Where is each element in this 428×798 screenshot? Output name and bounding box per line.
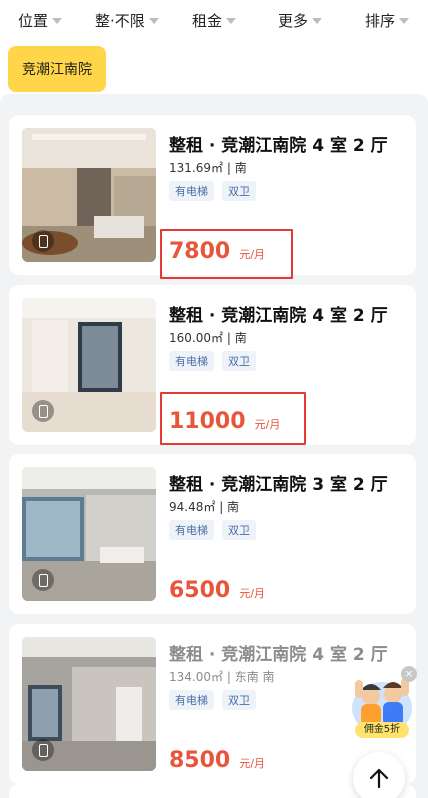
listing-photo[interactable] — [22, 128, 156, 262]
filter-price[interactable]: 租金 — [192, 9, 237, 31]
tag-elevator: 有电梯 — [169, 181, 214, 201]
listing-orientation: 南 — [234, 331, 247, 345]
listing-photo[interactable] — [22, 637, 156, 771]
community-tag-chip[interactable]: 竞潮江南院 — [8, 46, 106, 92]
filter-location[interactable]: 位置 — [18, 9, 63, 31]
listing-title[interactable]: 整租 · 竞潮江南院 4 室 2 厅 — [169, 131, 388, 156]
vr-icon — [32, 230, 54, 252]
triangle-down-icon — [52, 18, 63, 24]
listing-meta: 131.69㎡ | 南 — [169, 159, 247, 176]
filter-price-label: 租金 — [192, 11, 223, 30]
triangle-down-icon — [399, 18, 410, 24]
listing-meta: 134.00㎡ | 东南 南 — [169, 668, 275, 685]
tag-two-bathrooms: 双卫 — [222, 520, 256, 540]
listing-orientation: 南 — [227, 500, 240, 514]
listing-area: 94.48㎡ — [169, 500, 216, 514]
price-value: 6500 — [169, 578, 231, 603]
back-to-top-button[interactable] — [353, 752, 405, 798]
listing-tags: 有电梯 双卫 — [169, 690, 256, 710]
vr-icon — [32, 569, 54, 591]
tag-elevator: 有电梯 — [169, 520, 214, 540]
filter-rent-type[interactable]: 整·不限 — [95, 9, 159, 31]
listing-orientation: 东南 南 — [234, 670, 275, 684]
listing-title[interactable]: 整租 · 竞潮江南院 3 室 2 厅 — [169, 470, 388, 495]
filter-location-label: 位置 — [18, 11, 49, 30]
filter-more[interactable]: 更多 — [278, 9, 323, 31]
listing-orientation: 南 — [234, 161, 247, 175]
listing-title[interactable]: 整租 · 竞潮江南院 4 室 2 厅 — [169, 640, 388, 665]
vr-icon — [32, 739, 54, 761]
listing-photo[interactable] — [22, 298, 156, 432]
price-value: 8500 — [169, 748, 231, 773]
price-highlight-box — [160, 392, 306, 445]
listing-card[interactable]: 整租 · 竞潮江南院 3 室 2 厅 94.48㎡ | 南 有电梯 双卫 650… — [9, 454, 416, 614]
vr-icon — [32, 400, 54, 422]
tag-two-bathrooms: 双卫 — [222, 351, 256, 371]
triangle-down-icon — [226, 18, 237, 24]
meta-divider: | — [226, 670, 235, 684]
listing-title[interactable]: 整租 · 竞潮江南院 4 室 2 厅 — [169, 301, 388, 326]
filter-more-label: 更多 — [278, 11, 309, 30]
listing-area: 131.69㎡ — [169, 161, 223, 175]
triangle-down-icon — [312, 18, 323, 24]
listing-price: 8500 元/月 — [169, 748, 265, 773]
filter-sort-label: 排序 — [365, 11, 396, 30]
filter-sort[interactable]: 排序 — [365, 9, 410, 31]
tag-two-bathrooms: 双卫 — [222, 690, 256, 710]
promo-label[interactable]: 佣金5折 — [355, 722, 409, 738]
filter-bar: 位置 整·不限 租金 更多 排序 — [0, 0, 428, 40]
arrow-up-icon — [369, 768, 389, 789]
tag-elevator: 有电梯 — [169, 351, 214, 371]
list-top-edge — [0, 94, 428, 104]
price-unit: 元/月 — [239, 757, 266, 770]
listing-price: 6500 元/月 — [169, 578, 265, 603]
meta-divider: | — [226, 331, 235, 345]
triangle-down-icon — [148, 18, 159, 24]
filter-rent-type-label: 整·不限 — [95, 11, 145, 30]
tag-elevator: 有电梯 — [169, 690, 214, 710]
close-icon[interactable]: × — [401, 666, 417, 682]
listing-tags: 有电梯 双卫 — [169, 351, 256, 371]
listing-photo[interactable] — [22, 467, 156, 601]
listing-meta: 160.00㎡ | 南 — [169, 329, 247, 346]
listing-area: 134.00㎡ — [169, 670, 223, 684]
listing-page: 位置 整·不限 租金 更多 排序 竞潮江南院 整租 · 竞潮江南院 4 室 2 … — [0, 0, 428, 798]
meta-divider: | — [226, 161, 235, 175]
listing-tags: 有电梯 双卫 — [169, 520, 256, 540]
meta-divider: | — [219, 500, 228, 514]
price-highlight-box — [160, 229, 293, 279]
tag-two-bathrooms: 双卫 — [222, 181, 256, 201]
price-unit: 元/月 — [239, 587, 266, 600]
listing-area: 160.00㎡ — [169, 331, 223, 345]
listing-card[interactable]: 整租 · 竞潮江南院 4 室 2 厅 131.69㎡ | 南 有电梯 双卫 78… — [9, 115, 416, 279]
listing-card[interactable]: 整租 · 竞潮江南院 4 室 2 厅 160.00㎡ | 南 有电梯 双卫 11… — [9, 285, 416, 445]
listing-tags: 有电梯 双卫 — [169, 181, 256, 201]
listing-meta: 94.48㎡ | 南 — [169, 498, 239, 515]
tag-row: 竞潮江南院 — [0, 40, 428, 104]
